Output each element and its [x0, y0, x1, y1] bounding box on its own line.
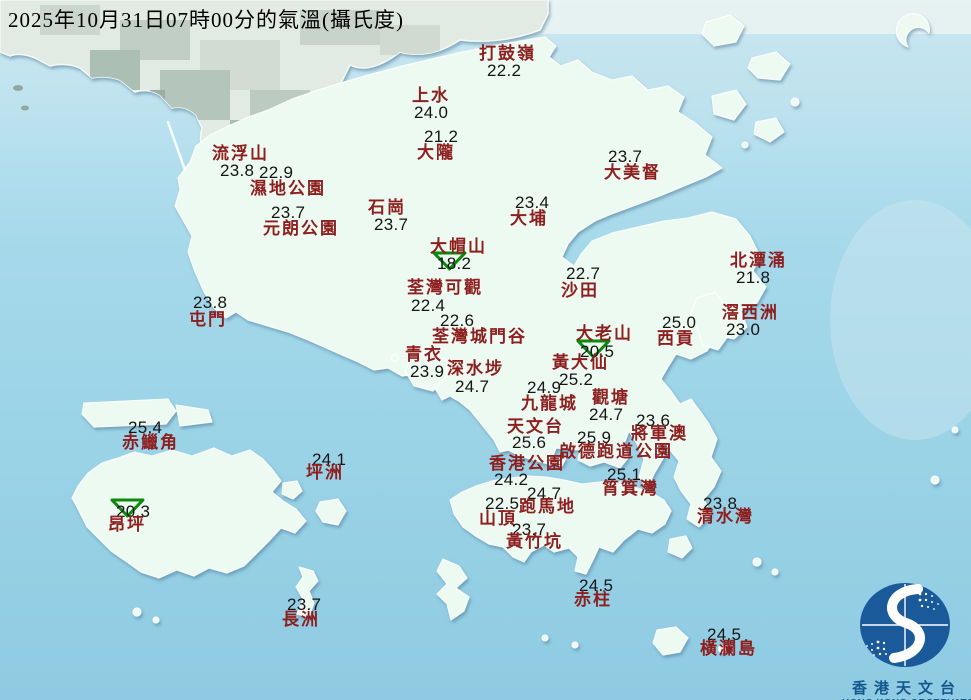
station-temp-0: 22.2 — [487, 62, 521, 79]
station-name-9: 大帽山 — [430, 238, 487, 255]
station-name-26: 香港公園 — [489, 455, 565, 472]
station-temp-22: 24.7 — [589, 406, 623, 423]
station-name-14: 荃灣城門谷 — [432, 328, 527, 345]
station-temp-1: 24.0 — [414, 104, 448, 121]
station-temp-11: 21.8 — [736, 269, 770, 286]
station-name-33: 清水灣 — [697, 508, 754, 525]
station-name-1: 上水 — [412, 87, 450, 104]
station-name-10: 沙田 — [561, 282, 599, 299]
station-temp-3: 23.8 — [220, 162, 254, 179]
station-name-6: 元朗公園 — [263, 220, 339, 237]
station-name-11: 北潭涌 — [730, 252, 787, 269]
station-name-25: 啟德跑道公園 — [559, 443, 673, 460]
station-name-21: 九龍城 — [521, 395, 578, 412]
station-temp-18: 23.9 — [410, 363, 444, 380]
station-name-19: 深水埗 — [447, 360, 504, 377]
station-name-13: 屯門 — [189, 311, 227, 328]
station-name-37: 橫瀾島 — [700, 640, 757, 657]
station-name-15: 西貢 — [657, 330, 695, 347]
station-name-24: 天文台 — [507, 418, 564, 435]
station-name-32: 黃竹坑 — [506, 533, 563, 550]
station-temp-7: 23.7 — [374, 216, 408, 233]
station-temp-20: 25.2 — [559, 371, 593, 388]
station-name-31: 跑馬地 — [519, 498, 576, 515]
station-name-35: 長洲 — [282, 611, 320, 628]
station-name-23: 將軍澳 — [631, 425, 688, 442]
station-name-5: 大美督 — [604, 164, 661, 181]
station-name-8: 大埔 — [510, 210, 548, 227]
hko-logo: 香港天文台 HONG KONG OBSERVATORY — [842, 580, 971, 700]
station-name-27: 筲箕灣 — [602, 480, 659, 497]
station-temp-9: 18.2 — [437, 255, 471, 272]
station-name-28: 赤鱲角 — [122, 434, 179, 451]
hko-logo-chinese-name: 香港天文台 — [842, 677, 971, 698]
station-name-18: 青衣 — [405, 346, 443, 363]
station-name-2: 大隴 — [417, 144, 455, 161]
station-name-16: 滘西洲 — [722, 304, 779, 321]
station-name-17: 大老山 — [576, 325, 633, 342]
station-temp-16: 23.0 — [726, 321, 760, 338]
hong-kong-basemap — [0, 0, 971, 700]
temperature-map: 2025年10月31日07時00分的氣溫(攝氏度) 22.2打鼓嶺 24.0上水 2… — [0, 0, 971, 700]
station-name-7: 石崗 — [368, 199, 406, 216]
station-temp-10: 22.7 — [566, 265, 600, 282]
station-name-36: 赤柱 — [574, 591, 612, 608]
page-title: 2025年10月31日07時00分的氣溫(攝氏度) — [8, 4, 404, 34]
station-name-22: 觀塘 — [592, 389, 630, 406]
station-name-34: 昂坪 — [108, 516, 146, 533]
station-name-12: 荃灣可觀 — [407, 279, 483, 296]
station-name-3: 流浮山 — [212, 145, 269, 162]
hko-logo-icon — [842, 580, 971, 670]
station-temp-26: 24.2 — [494, 471, 528, 488]
station-temp-24: 25.6 — [512, 434, 546, 451]
station-temp-19: 24.7 — [455, 378, 489, 395]
station-name-4: 濕地公園 — [250, 180, 326, 197]
station-name-20: 黃大仙 — [552, 354, 609, 371]
station-name-0: 打鼓嶺 — [479, 45, 536, 62]
station-temp-13: 23.8 — [193, 294, 227, 311]
station-name-29: 坪洲 — [306, 464, 344, 481]
